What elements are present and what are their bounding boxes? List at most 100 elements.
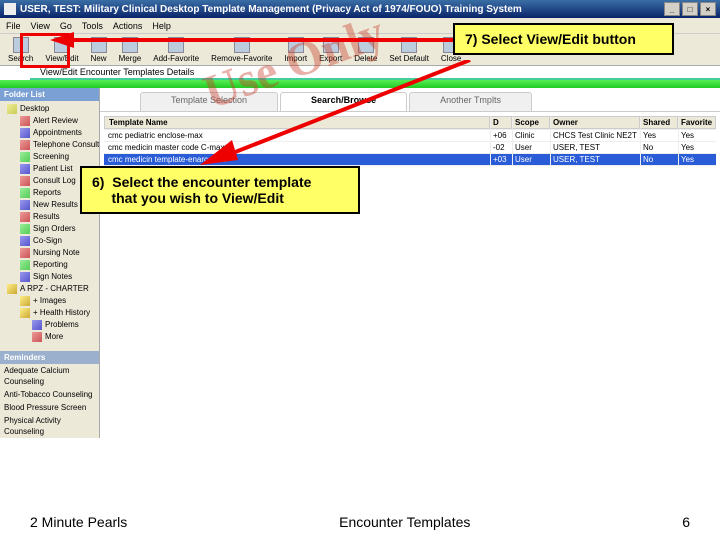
tree-nursing[interactable]: Nursing Note	[2, 247, 97, 259]
cell-name: cmc medicin master code C-max	[104, 142, 490, 153]
consult-icon	[20, 176, 30, 186]
tree-desktop[interactable]: Desktop	[2, 103, 97, 115]
main-area: Folder List Desktop Alert Review Appoint…	[0, 88, 720, 438]
sign-icon	[20, 224, 30, 234]
table-row-selected[interactable]: cmc medicin template-enarc-max +03 User …	[104, 154, 716, 166]
tree-images[interactable]: + Images	[2, 295, 97, 307]
remove-favorite-icon	[234, 37, 250, 53]
reminder-item[interactable]: Adequate Calcium Counseling	[0, 364, 99, 388]
cell-d: +06	[490, 130, 512, 141]
footer-right: 6	[682, 514, 690, 530]
table-row[interactable]: cmc medicin master code C-max -02 User U…	[104, 142, 716, 154]
tree-screening[interactable]: Screening	[2, 151, 97, 163]
tree-telephone[interactable]: Telephone Consult	[2, 139, 97, 151]
minimize-button[interactable]: _	[664, 2, 680, 16]
template-table: Template Name D Scope Owner Shared Favor…	[104, 116, 716, 166]
tree-health-history[interactable]: + Health History	[2, 307, 97, 319]
add-favorite-icon	[168, 37, 184, 53]
toolbar-view-edit[interactable]: View/Edit	[41, 37, 82, 63]
tab-search-browse[interactable]: Search/Browse	[280, 92, 407, 111]
tree-problems[interactable]: Problems	[2, 319, 97, 331]
toolbar-new[interactable]: New	[87, 37, 111, 63]
app-icon	[4, 3, 16, 15]
tree-sign-orders[interactable]: Sign Orders	[2, 223, 97, 235]
tree-alert-review[interactable]: Alert Review	[2, 115, 97, 127]
toolbar-import[interactable]: Import	[280, 37, 311, 63]
menu-go[interactable]: Go	[60, 21, 72, 31]
cell-shared: No	[640, 142, 678, 153]
menu-help[interactable]: Help	[152, 21, 171, 31]
footer-left: 2 Minute Pearls	[30, 514, 127, 530]
phone-icon	[20, 140, 30, 150]
reminder-item[interactable]: Anti-Tobacco Counseling	[0, 388, 99, 401]
cell-scope: User	[512, 142, 550, 153]
toolbar-add-favorite[interactable]: Add-Favorite	[149, 37, 203, 63]
page-subtitle: View/Edit Encounter Templates Details	[30, 66, 720, 80]
tab-template-selection[interactable]: Template Selection	[140, 92, 278, 111]
menu-file[interactable]: File	[6, 21, 21, 31]
slide-footer: 2 Minute Pearls Encounter Templates 6	[0, 514, 720, 530]
tree-more[interactable]: More	[2, 331, 97, 343]
cell-fav: Yes	[678, 142, 716, 153]
toolbar-search[interactable]: Search	[4, 37, 37, 63]
results-icon	[20, 212, 30, 222]
sidebar-header: Folder List	[0, 88, 99, 101]
window-title: USER, TEST: Military Clinical Desktop Te…	[20, 4, 522, 15]
tree-reporting[interactable]: Reporting	[2, 259, 97, 271]
window-titlebar: USER, TEST: Military Clinical Desktop Te…	[0, 0, 720, 18]
alert-icon	[20, 116, 30, 126]
col-shared[interactable]: Shared	[640, 116, 678, 129]
cell-owner: USER, TEST	[550, 154, 640, 165]
set-default-icon	[401, 37, 417, 53]
tab-another[interactable]: Another Tmplts	[409, 92, 532, 111]
callout-6: 6) Select the encounter template that yo…	[80, 166, 360, 214]
cell-fav: Yes	[678, 154, 716, 165]
cell-d: -02	[490, 142, 512, 153]
cell-shared: Yes	[640, 130, 678, 141]
folder-icon	[20, 296, 30, 306]
folder-icon	[7, 284, 17, 294]
col-fav[interactable]: Favorite	[678, 116, 716, 129]
tree-appointments[interactable]: Appointments	[2, 127, 97, 139]
cell-scope: Clinic	[512, 130, 550, 141]
maximize-button[interactable]: □	[682, 2, 698, 16]
col-owner[interactable]: Owner	[550, 116, 640, 129]
merge-icon	[122, 37, 138, 53]
signnotes-icon	[20, 272, 30, 282]
col-d[interactable]: D	[490, 116, 512, 129]
toolbar-export[interactable]: Export	[315, 37, 346, 63]
menu-actions[interactable]: Actions	[113, 21, 143, 31]
tree-charter[interactable]: A RPZ - CHARTER	[2, 283, 97, 295]
tab-row: Template Selection Search/Browse Another…	[100, 88, 720, 112]
toolbar-set-default[interactable]: Set Default	[385, 37, 433, 63]
menu-view[interactable]: View	[31, 21, 50, 31]
reminders-header: Reminders	[0, 351, 99, 364]
cell-owner: USER, TEST	[550, 142, 640, 153]
search-icon	[13, 37, 29, 53]
reminder-item[interactable]: Physical Activity Counseling	[0, 414, 99, 438]
delete-icon	[358, 37, 374, 53]
screen-icon	[20, 152, 30, 162]
table-row[interactable]: cmc pediatric enclose-max +06 Clinic CHC…	[104, 130, 716, 142]
col-scope[interactable]: Scope	[512, 116, 550, 129]
more-icon	[32, 332, 42, 342]
patients-icon	[20, 164, 30, 174]
cell-name: cmc pediatric enclose-max	[104, 130, 490, 141]
cosign-icon	[20, 236, 30, 246]
menu-tools[interactable]: Tools	[82, 21, 103, 31]
import-icon	[288, 37, 304, 53]
toolbar-remove-favorite[interactable]: Remove-Favorite	[207, 37, 276, 63]
cell-owner: CHCS Test Clinic NE2T	[550, 130, 640, 141]
tree-sign-notes[interactable]: Sign Notes	[2, 271, 97, 283]
footer-center: Encounter Templates	[339, 514, 470, 530]
toolbar-merge[interactable]: Merge	[115, 37, 146, 63]
toolbar-delete[interactable]: Delete	[350, 37, 381, 63]
view-edit-icon	[54, 37, 70, 53]
tree-cosign[interactable]: Co-Sign	[2, 235, 97, 247]
close-button[interactable]: ×	[700, 2, 716, 16]
newres-icon	[20, 200, 30, 210]
cell-scope: User	[512, 154, 550, 165]
reminder-item[interactable]: Blood Pressure Screen	[0, 401, 99, 414]
col-name[interactable]: Template Name	[104, 116, 490, 129]
appt-icon	[20, 128, 30, 138]
